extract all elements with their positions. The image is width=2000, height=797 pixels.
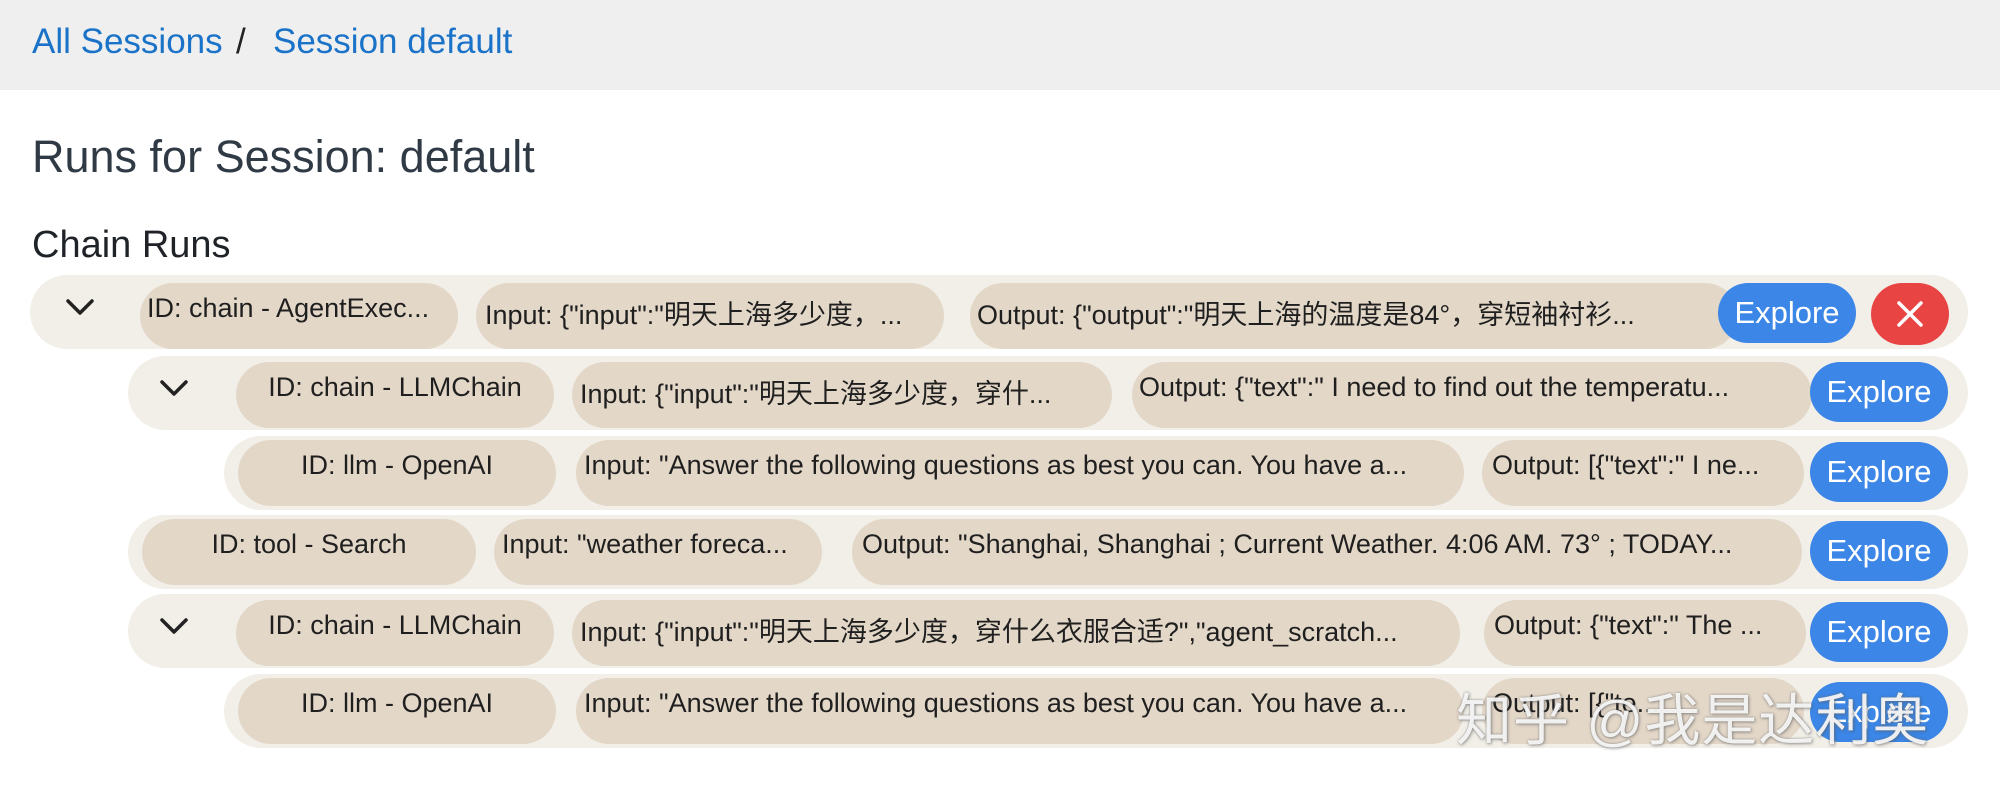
run-row: ID: tool - Search Input: "weather foreca… <box>128 515 1968 589</box>
run-id: ID: llm - OpenAI <box>238 678 556 744</box>
breadcrumb-separator: / <box>236 22 246 61</box>
explore-button[interactable]: Explore <box>1810 362 1948 422</box>
run-id: ID: chain - LLMChain <box>236 600 554 666</box>
explore-button[interactable]: Explore <box>1810 602 1948 662</box>
run-id: ID: llm - OpenAI <box>238 440 556 506</box>
breadcrumb-all-sessions[interactable]: All Sessions <box>32 22 223 62</box>
run-input: Input: "Answer the following questions a… <box>576 678 1464 744</box>
page-title: Runs for Session: default <box>32 131 535 182</box>
run-id: ID: tool - Search <box>142 519 476 585</box>
run-input: Input: {"input":"明天上海多少度，穿什... <box>572 362 1112 428</box>
run-output: Output: "Shanghai, Shanghai ; Current We… <box>852 519 1802 585</box>
run-row: ID: chain - LLMChain Input: {"input":"明天… <box>128 594 1968 668</box>
run-id: ID: chain - AgentExec... <box>140 283 458 349</box>
close-icon <box>1897 301 1923 327</box>
breadcrumb-session-default[interactable]: Session default <box>273 22 512 62</box>
run-output: Output: {"text":" The ... <box>1484 600 1806 666</box>
run-row: ID: chain - LLMChain Input: {"input":"明天… <box>128 356 1968 430</box>
run-row: ID: llm - OpenAI Input: "Answer the foll… <box>224 436 1968 510</box>
run-input: Input: "weather foreca... <box>494 519 822 585</box>
explore-button[interactable]: Explore <box>1810 442 1948 502</box>
explore-button[interactable]: Explore <box>1810 521 1948 581</box>
top-bar: All Sessions / Session default <box>0 0 2000 90</box>
chevron-down-icon[interactable] <box>152 604 196 648</box>
run-input: Input: {"input":"明天上海多少度，... <box>476 283 944 349</box>
run-output: Output: {"text":" I need to find out the… <box>1132 362 1812 428</box>
explore-button[interactable]: Explore <box>1718 283 1856 343</box>
run-output: Output: [{"text":" I ne... <box>1482 440 1804 506</box>
delete-run-button[interactable] <box>1871 283 1949 345</box>
watermark: 知乎 @我是达利奥 <box>1456 689 1930 752</box>
chevron-down-icon[interactable] <box>58 285 102 329</box>
run-input: Input: {"input":"明天上海多少度，穿什么衣服合适?","agen… <box>572 600 1460 666</box>
chevron-down-icon[interactable] <box>152 366 196 410</box>
run-output: Output: {"output":"明天上海的温度是84°，穿短袖衬衫... <box>970 283 1738 349</box>
run-id: ID: chain - LLMChain <box>236 362 554 428</box>
run-input: Input: "Answer the following questions a… <box>576 440 1464 506</box>
section-title-chain-runs: Chain Runs <box>32 224 231 266</box>
run-row: ID: chain - AgentExec... Input: {"input"… <box>30 275 1968 349</box>
